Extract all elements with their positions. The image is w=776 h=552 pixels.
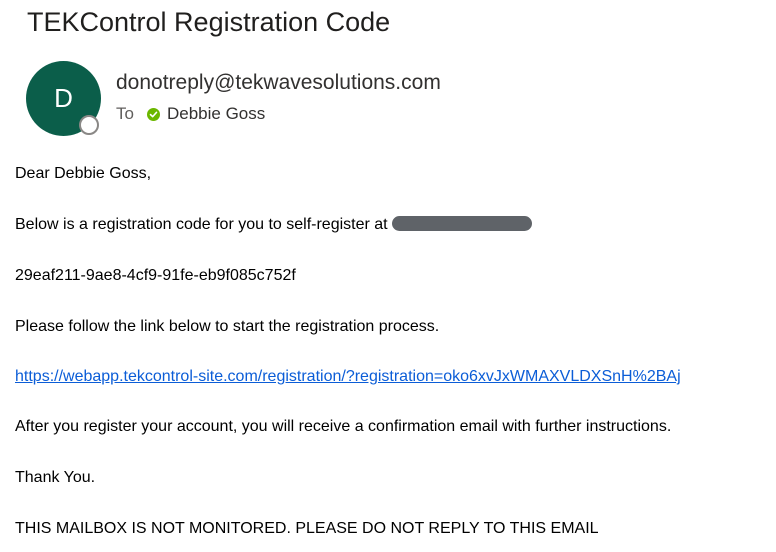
followup-text: After you register your account, you wil… xyxy=(15,418,672,435)
sender-address[interactable]: donotreply@tekwavesolutions.com xyxy=(116,70,441,96)
redacted-site-name xyxy=(391,216,532,231)
registration-code: 29eaf211-9ae8-4cf9-91fe-eb9f085c752f xyxy=(15,267,296,284)
presence-status-icon xyxy=(79,115,99,135)
available-check-icon xyxy=(146,107,160,121)
instruction-text: Please follow the link below to start th… xyxy=(15,318,440,335)
to-label: To xyxy=(116,104,134,123)
recipient-name[interactable]: Debbie Goss xyxy=(167,103,265,125)
to-line: To Debbie Goss xyxy=(116,103,265,125)
avatar-initial: D xyxy=(54,83,73,113)
thanks-text: Thank You. xyxy=(15,469,96,486)
greeting-text: Dear Debbie Goss, xyxy=(15,165,152,182)
registration-link[interactable]: https://webapp.tekcontrol-site.com/regis… xyxy=(15,368,681,385)
footer-notice: THIS MAILBOX IS NOT MONITORED. PLEASE DO… xyxy=(15,520,599,537)
intro-text: Below is a registration code for you to … xyxy=(15,216,388,233)
email-subject: TEKControl Registration Code xyxy=(27,7,391,37)
intro-line: Below is a registration code for you to … xyxy=(15,214,532,236)
registration-link-line: https://webapp.tekcontrol-site.com/regis… xyxy=(15,366,681,388)
